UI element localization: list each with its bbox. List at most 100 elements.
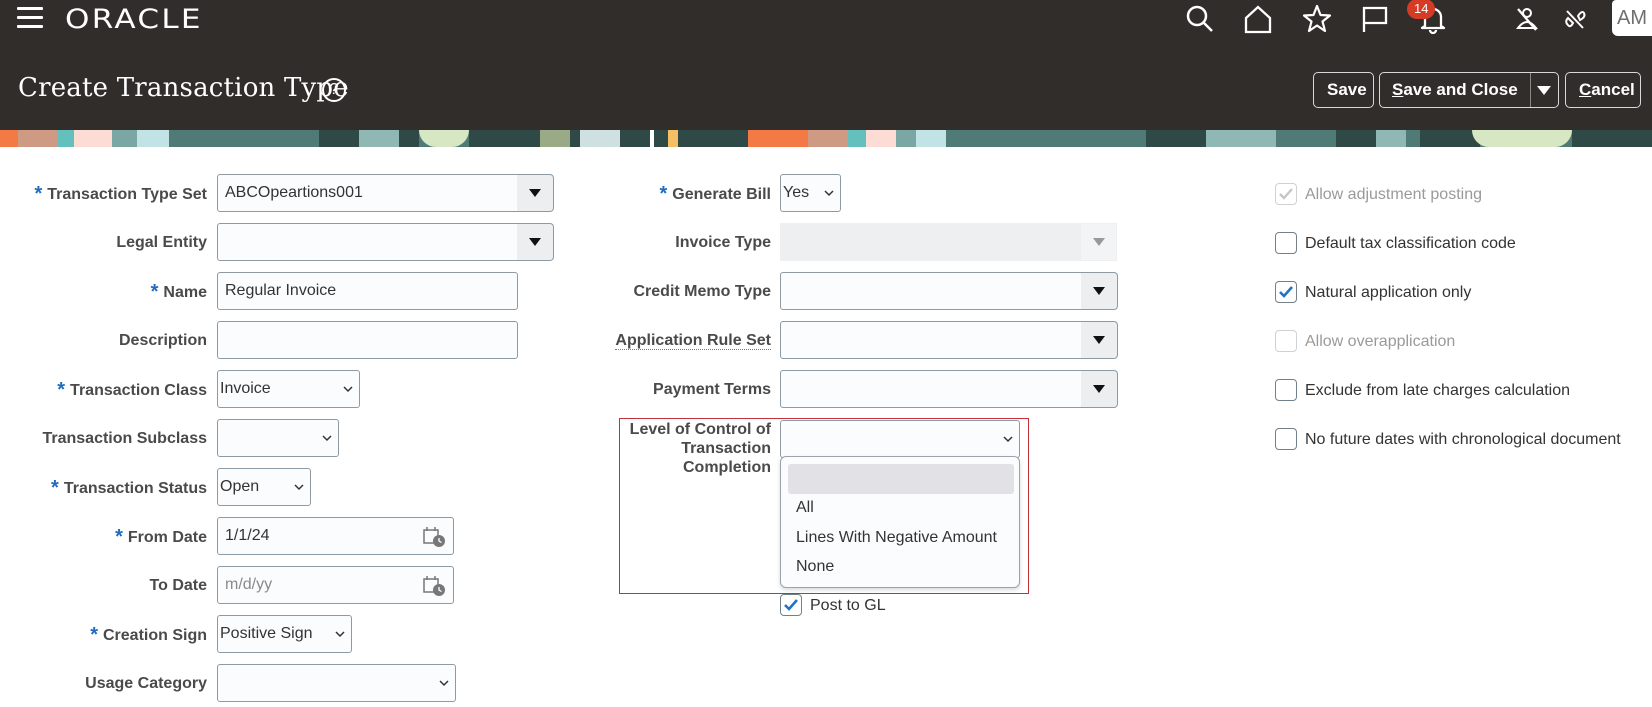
label-text: Generate Bill	[672, 186, 771, 203]
label-text: From Date	[127, 529, 207, 546]
transaction-class-label: * Transaction Class	[0, 380, 207, 400]
home-icon[interactable]	[1241, 2, 1275, 36]
caret-down-icon	[529, 238, 541, 246]
save-and-close-access-key: S	[1392, 80, 1404, 99]
label-line: Level of Control of	[629, 421, 771, 438]
post-to-gl-checkbox[interactable]	[780, 594, 802, 616]
invoice-type-dropdown-button-disabled	[1081, 224, 1116, 260]
transaction-type-set-dropdown-button[interactable]	[517, 174, 554, 212]
dropdown-option-blank[interactable]	[788, 464, 1014, 494]
transaction-status-select[interactable]: Open	[217, 468, 311, 506]
accessibility-person-icon[interactable]	[1510, 2, 1544, 36]
help-icon[interactable]: ?	[322, 78, 346, 102]
calendar-icon[interactable]	[423, 526, 447, 548]
description-input[interactable]	[217, 321, 518, 359]
chevron-down-icon	[818, 187, 840, 199]
usage-category-select[interactable]	[217, 664, 456, 702]
user-avatar[interactable]: AM	[1612, 0, 1652, 36]
label-text: Name	[163, 284, 207, 301]
application-rule-set-dropdown-button[interactable]	[1081, 321, 1118, 359]
application-rule-set-input[interactable]	[780, 321, 1082, 359]
field-placeholder: m/d/yy	[225, 576, 273, 593]
exclude-from-late-charges-checkbox[interactable]	[1275, 379, 1297, 401]
generate-bill-label: * Generate Bill	[560, 183, 772, 205]
description-label: Description	[118, 332, 207, 349]
natural-application-only-label: Natural application only	[1305, 284, 1472, 301]
level-of-control-select[interactable]	[780, 420, 1020, 458]
no-future-dates-checkbox[interactable]	[1275, 428, 1297, 450]
required-asterisk: *	[57, 379, 66, 401]
label-text: Transaction Class	[70, 382, 207, 399]
field-value: Positive Sign	[220, 625, 313, 642]
natural-application-only-checkbox[interactable]	[1275, 281, 1297, 303]
default-tax-classification-code-label: Default tax classification code	[1305, 235, 1516, 252]
payment-terms-dropdown-button[interactable]	[1081, 370, 1118, 408]
field-value: Yes	[783, 184, 810, 201]
cancel-button[interactable]: Cancel	[1565, 72, 1641, 108]
notification-count-badge[interactable]: 14	[1407, 0, 1436, 19]
global-header: ORACLE 14 AM Create Transaction Type ? S…	[0, 0, 1652, 130]
from-date-input[interactable]: 1/1/24	[217, 517, 454, 555]
flag-icon[interactable]	[1358, 2, 1392, 36]
label-line: Transaction	[681, 440, 771, 457]
field-value: Regular Invoice	[225, 282, 337, 299]
oracle-logo[interactable]: ORACLE	[65, 4, 203, 35]
dropdown-option-lines-with-negative-amount[interactable]: Lines With Negative Amount	[796, 529, 997, 547]
transaction-type-set-input[interactable]: ABCOpeartions001	[217, 174, 518, 212]
label-text: Transaction Status	[63, 480, 207, 497]
menu-icon[interactable]	[17, 7, 43, 29]
required-asterisk: *	[34, 183, 43, 205]
required-asterisk: *	[115, 526, 123, 548]
field-value: Invoice	[220, 380, 271, 397]
required-asterisk: *	[150, 281, 159, 303]
calendar-icon[interactable]	[423, 575, 447, 597]
creation-sign-select[interactable]: Positive Sign	[217, 615, 352, 653]
favorites-star-icon[interactable]	[1300, 2, 1334, 36]
to-date-label: To Date	[149, 577, 207, 594]
cancel-access-key: C	[1579, 80, 1592, 99]
to-date-input[interactable]: m/d/yy	[217, 566, 454, 604]
credit-memo-type-input[interactable]	[780, 272, 1082, 310]
save-options-dropdown[interactable]	[1531, 73, 1558, 107]
credit-memo-type-dropdown-button[interactable]	[1081, 272, 1118, 310]
caret-down-icon	[1093, 385, 1105, 393]
caret-down-icon	[1537, 85, 1552, 95]
chevron-down-icon	[337, 383, 359, 395]
legal-entity-dropdown-button[interactable]	[517, 223, 554, 261]
chevron-down-icon	[288, 481, 310, 493]
cancel-label: ancel	[1591, 80, 1635, 99]
caret-down-icon	[1093, 287, 1105, 295]
label-text: Application Rule Set	[615, 332, 771, 350]
level-of-control-label: Level of Control of Transaction Completi…	[560, 420, 771, 477]
signout-link-icon[interactable]	[1558, 2, 1592, 36]
name-label: * Name	[0, 282, 207, 302]
transaction-class-select[interactable]: Invoice	[217, 370, 360, 408]
from-date-label: * From Date	[0, 527, 207, 547]
name-input[interactable]: Regular Invoice	[217, 272, 518, 310]
default-tax-classification-code-checkbox[interactable]	[1275, 232, 1297, 254]
required-asterisk: *	[659, 183, 668, 205]
legal-entity-input[interactable]	[217, 223, 518, 261]
dropdown-option-none[interactable]: None	[796, 558, 834, 576]
allow-adjustment-posting-label: Allow adjustment posting	[1305, 186, 1482, 203]
save-button[interactable]: Save	[1313, 72, 1374, 108]
chevron-down-icon	[997, 433, 1019, 445]
payment-terms-input[interactable]	[780, 370, 1082, 408]
usage-category-label: Usage Category	[85, 675, 207, 692]
save-and-close-label: ave and Close	[1403, 80, 1518, 99]
save-and-close-button[interactable]: Save and Close	[1379, 72, 1559, 108]
transaction-subclass-select[interactable]	[217, 419, 339, 457]
post-to-gl-label: Post to GL	[810, 597, 886, 614]
allow-overapplication-checkbox[interactable]	[1275, 330, 1297, 352]
chevron-down-icon	[329, 628, 351, 640]
generate-bill-select[interactable]: Yes	[780, 174, 841, 212]
credit-memo-type-label: Credit Memo Type	[633, 283, 772, 300]
dropdown-option-all[interactable]: All	[796, 499, 814, 517]
field-value: 1/1/24	[225, 527, 270, 544]
search-icon[interactable]	[1183, 2, 1217, 36]
application-rule-set-label[interactable]: Application Rule Set	[560, 331, 771, 350]
save-and-close-main[interactable]: Save and Close	[1380, 73, 1531, 107]
required-asterisk: *	[51, 477, 59, 499]
caret-down-icon	[529, 189, 541, 197]
allow-adjustment-posting-checkbox[interactable]	[1275, 183, 1297, 205]
